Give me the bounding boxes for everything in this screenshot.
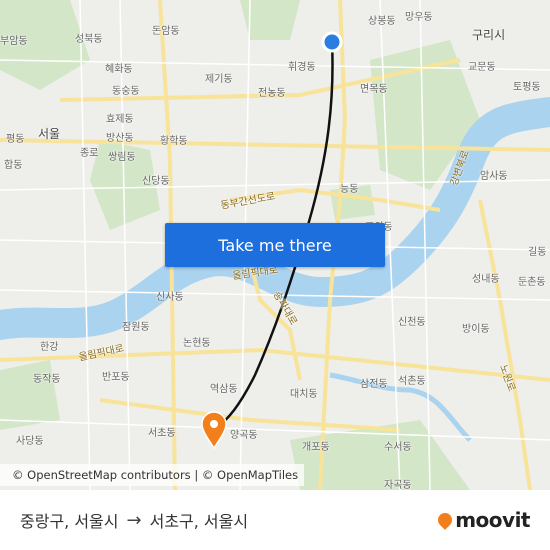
map-label: 교문동: [468, 62, 496, 73]
origin-label: 중랑구, 서울시: [20, 512, 119, 531]
map-label: 합동: [4, 160, 23, 171]
map-label: 사당동: [16, 436, 44, 447]
map-attribution[interactable]: © OpenStreetMap contributors | © OpenMap…: [0, 464, 305, 486]
route-summary: 중랑구, 서울시 → 서초구, 서울시: [20, 500, 248, 540]
map-label: 토평동: [513, 82, 541, 93]
map[interactable]: 돈암동 성북동 부암동 혜화동 동숭동 제기동 휘경동 상봉동 망우동 구리시 …: [0, 0, 550, 490]
map-label: 동숭동: [112, 86, 140, 97]
map-label: 반포동: [102, 372, 130, 383]
map-label: 둔촌동: [518, 277, 546, 288]
map-label: 부암동: [0, 36, 28, 47]
map-label: 제기동: [205, 74, 233, 85]
map-label: 성내동: [472, 274, 500, 285]
map-label: 길동: [528, 247, 547, 258]
map-label: 신천동: [398, 317, 426, 328]
map-label: 효제동: [106, 114, 134, 125]
map-label: 역삼동: [210, 384, 238, 395]
map-label: 신당동: [142, 176, 170, 187]
map-label: 암사동: [480, 171, 508, 182]
map-label: 신사동: [156, 292, 184, 303]
map-label: 삼전동: [360, 379, 388, 390]
destination-pin-icon[interactable]: [201, 411, 227, 450]
map-label: 혜화동: [105, 64, 133, 75]
map-label: 망우동: [405, 12, 433, 23]
map-label: 양곡동: [230, 430, 258, 441]
map-label: 방산동: [106, 133, 134, 144]
map-label: 서초동: [148, 428, 176, 439]
map-label: 쌍림동: [108, 152, 136, 163]
moovit-logo: moovit: [435, 508, 530, 532]
map-label: 평동: [6, 134, 25, 145]
map-label: 종로: [80, 148, 99, 159]
map-label: 황학동: [160, 136, 188, 147]
map-label: 잠원동: [122, 322, 150, 333]
map-label: 휘경동: [288, 62, 316, 73]
map-label: 돈암동: [152, 26, 180, 37]
map-label: 개포동: [302, 442, 330, 453]
map-label: 수서동: [384, 442, 412, 453]
map-label: 상봉동: [368, 16, 396, 27]
arrow-right-icon: →: [126, 509, 142, 531]
map-label: 대치동: [290, 389, 318, 400]
map-label: 성북동: [75, 34, 103, 45]
map-label: 면목동: [360, 84, 388, 95]
map-label: 자곡동: [384, 480, 412, 490]
map-label: 구리시: [472, 28, 506, 42]
map-label: 방이동: [462, 324, 490, 335]
origin-marker[interactable]: [321, 31, 343, 53]
map-label: 능동: [340, 184, 359, 195]
map-label: 서울: [38, 127, 61, 141]
map-label: 동작동: [33, 374, 61, 385]
footer: 중랑구, 서울시 → 서초구, 서울시 moovit: [0, 490, 550, 550]
map-label: 전농동: [258, 88, 286, 99]
moovit-pin-icon: [435, 510, 456, 530]
map-label: 논현동: [183, 338, 211, 349]
map-label: 한강: [40, 342, 59, 353]
map-label: 석촌동: [398, 376, 426, 387]
brand-name: moovit: [455, 508, 530, 532]
destination-label: 서초구, 서울시: [149, 512, 249, 531]
take-me-there-button[interactable]: Take me there: [165, 223, 385, 267]
